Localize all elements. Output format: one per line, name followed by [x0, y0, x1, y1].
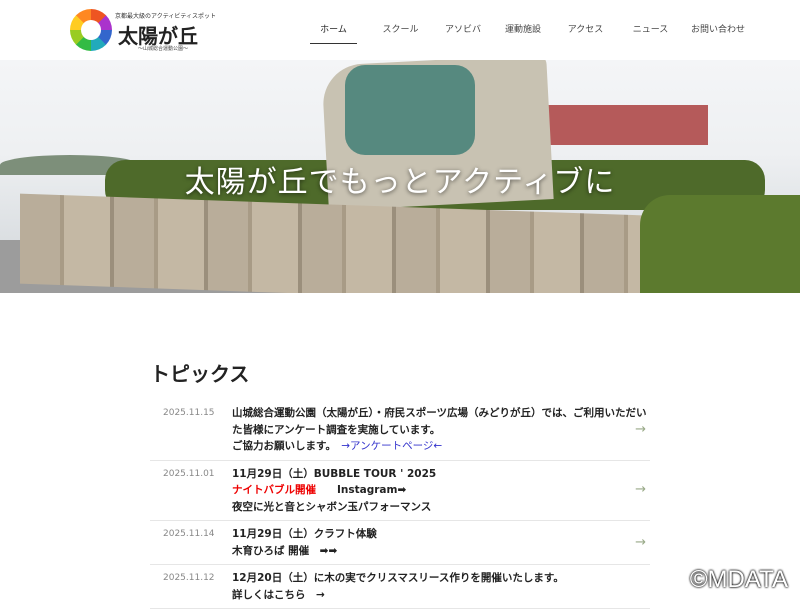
main-nav: ホーム スクール アソビバ 運動施設 アクセス ニュース お問い合わせ — [310, 0, 748, 60]
logo-tagline: 京都最大級のアクティビティスポット — [115, 13, 216, 20]
topic-text: 夜空に光と音とシャボン玉パフォーマンス — [232, 500, 432, 513]
topic-text: 木育ひろば 開催 ➡➡ — [232, 544, 338, 557]
details-link[interactable]: 詳しくはこちら → — [232, 587, 650, 604]
hero-monument-map — [345, 65, 475, 155]
arrow-right-icon[interactable]: → — [635, 482, 646, 497]
instagram-link[interactable]: Instagram➡ — [337, 484, 406, 496]
nav-news[interactable]: ニュース — [613, 0, 688, 44]
logo-subtitle: 〜山城総合運動公園〜 — [138, 46, 189, 52]
topic-date: 2025.11.15 — [163, 408, 215, 418]
nav-facilities[interactable]: 運動施設 — [488, 0, 558, 44]
hero-headline: 太陽が丘でもっとアクティブに — [184, 165, 616, 200]
hero-hedge-right — [640, 195, 800, 293]
topic-text: 12月20日（土）に木の実でクリスマスリース作りを開催いたします。 — [232, 572, 564, 584]
topic-date: 2025.11.01 — [163, 468, 215, 479]
topic-item[interactable]: 2025.11.12 12月20日（土）に木の実でクリスマスリース作りを開催いた… — [150, 565, 650, 609]
survey-link[interactable]: →アンケートページ← — [341, 440, 442, 452]
hero-banner: 太陽が丘でもっとアクティブに — [0, 60, 800, 293]
topic-highlight: ナイトバブル開催 — [232, 484, 316, 496]
topics-list: 2025.11.15 山城総合運動公園（太陽が丘）・府民スポーツ広場（みどりが丘… — [150, 400, 650, 609]
arrow-right-icon[interactable]: → — [635, 422, 646, 437]
topic-date: 2025.11.14 — [163, 529, 215, 539]
nav-contact[interactable]: お問い合わせ — [688, 0, 748, 44]
watermark: ©MDATA — [689, 566, 788, 593]
topic-text: ご協力お願いします。 — [232, 440, 331, 452]
site-header: 京都最大級のアクティビティスポット 太陽が丘 〜山城総合運動公園〜 ホーム スク… — [0, 0, 800, 60]
topic-text: 山城総合運動公園（太陽が丘）・府民スポーツ広場（みどりが丘）では、ご利用いただい… — [232, 407, 647, 436]
topic-item[interactable]: 2025.11.14 11月29日（土）クラフト体験 木育ひろば 開催 ➡➡ → — [150, 521, 650, 565]
topic-item[interactable]: 2025.11.01 11月29日（土）BUBBLE TOUR ' 2025 ナ… — [150, 461, 650, 521]
logo-mark-icon — [70, 9, 112, 51]
topic-item[interactable]: 2025.11.15 山城総合運動公園（太陽が丘）・府民スポーツ広場（みどりが丘… — [150, 400, 650, 461]
topic-date: 2025.11.12 — [163, 573, 215, 583]
topic-text: 11月29日（土）クラフト体験 — [232, 528, 377, 540]
hero-building — [548, 105, 708, 145]
topic-text: 11月29日（土）BUBBLE TOUR ' 2025 — [232, 467, 437, 480]
nav-access[interactable]: アクセス — [558, 0, 613, 44]
topics-heading: トピックス — [150, 362, 250, 386]
nav-asobiba[interactable]: アソビバ — [438, 0, 488, 44]
arrow-right-icon[interactable]: → — [635, 535, 646, 550]
nav-school[interactable]: スクール — [365, 0, 436, 44]
nav-home[interactable]: ホーム — [310, 0, 357, 44]
site-logo[interactable]: 京都最大級のアクティビティスポット 太陽が丘 〜山城総合運動公園〜 — [70, 8, 230, 54]
